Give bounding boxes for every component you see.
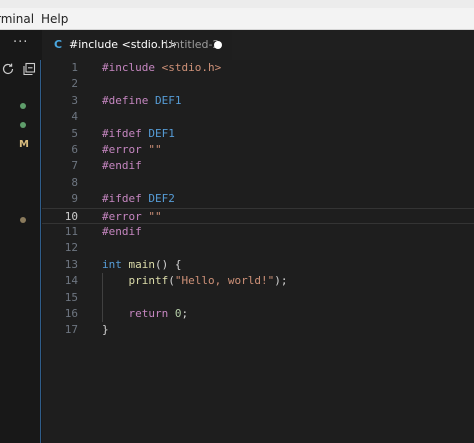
line-number: 1 [71, 61, 78, 74]
collapse-all-icon[interactable] [22, 62, 36, 76]
code-text: #define DEF1 [102, 93, 182, 107]
line-number: 14 [64, 274, 78, 288]
code-line[interactable]: 9 #ifdef DEF2 [42, 191, 474, 207]
tab-title: #include <stdio.h> [69, 38, 178, 51]
more-actions-icon[interactable]: ··· [13, 36, 28, 50]
line-number: 9 [71, 192, 78, 206]
code-text: #ifdef DEF1 [102, 126, 175, 140]
code-text: #include <stdio.h> [102, 61, 222, 74]
sidebar-focus-border [40, 60, 41, 443]
line-number: 2 [71, 77, 78, 91]
editor-tab-bar: C #include <stdio.h> Untitled-2 [42, 30, 474, 60]
line-number: 3 [71, 93, 78, 107]
code-text: int main() { [102, 257, 182, 271]
code-text: #endif [102, 225, 142, 238]
code-line[interactable]: 17} [42, 322, 474, 338]
line-number: 17 [64, 323, 78, 337]
code-line[interactable]: 14 printf("Hello, world!"); [42, 273, 474, 289]
line-number: 5 [71, 126, 78, 140]
menu-item-help[interactable]: Help [41, 12, 68, 26]
code-text: #ifdef DEF2 [102, 192, 175, 206]
code-text: #error "" [102, 209, 162, 223]
code-line[interactable]: 13 int main() { [42, 257, 474, 273]
unsaved-dot-icon[interactable] [214, 41, 222, 49]
code-line[interactable]: 11 #endif [42, 224, 474, 240]
menu-item-terminal[interactable]: rminal [0, 12, 34, 26]
line-number: 4 [71, 110, 78, 124]
code-line[interactable]: 16 return 0; [42, 306, 474, 322]
code-text: return 0; [128, 307, 189, 320]
tab-description: Untitled-2 [165, 38, 220, 51]
indent-guide [102, 273, 103, 323]
menu-bar: rminal Help [0, 8, 474, 30]
line-number: 16 [64, 307, 78, 320]
code-line[interactable]: 5 #ifdef DEF1 [42, 126, 474, 142]
title-strip [0, 0, 474, 8]
code-line[interactable]: 15 [42, 290, 474, 306]
line-number: 6 [71, 143, 78, 156]
code-line[interactable]: 3 #define DEF1 [42, 93, 474, 109]
code-line[interactable]: 4 [42, 109, 474, 125]
c-file-icon: C [54, 38, 63, 51]
line-number: 10 [64, 209, 78, 223]
modified-dot-icon [20, 217, 26, 223]
code-line[interactable]: 8 [42, 175, 474, 191]
line-number: 12 [64, 241, 78, 255]
line-number: 13 [64, 257, 78, 271]
explorer-sidebar [0, 30, 42, 443]
line-number: 11 [64, 225, 78, 238]
code-text: } [102, 323, 109, 337]
modified-badge: M [19, 139, 29, 150]
tab-untitled-2[interactable]: C #include <stdio.h> Untitled-2 [42, 30, 232, 60]
code-text: printf("Hello, world!"); [128, 274, 288, 288]
code-text: #error "" [102, 143, 162, 156]
refresh-icon[interactable] [1, 62, 15, 76]
line-number: 7 [71, 159, 78, 173]
code-line[interactable]: 10 #error "" [42, 207, 474, 224]
line-number: 15 [64, 290, 78, 304]
code-line[interactable]: 2 [42, 76, 474, 92]
code-line[interactable]: 12 [42, 240, 474, 256]
added-dot-icon [20, 103, 26, 109]
code-line[interactable]: 6 #error "" [42, 142, 474, 158]
code-text: #endif [102, 159, 142, 173]
added-dot-icon [20, 122, 26, 128]
code-line[interactable]: 7 #endif [42, 158, 474, 174]
line-number: 8 [71, 175, 78, 189]
code-editor[interactable]: 1 #include <stdio.h> 2 3 #define DEF1 4 5 #ifde… [42, 60, 474, 443]
code-line[interactable]: 1 #include <stdio.h> [42, 60, 474, 76]
